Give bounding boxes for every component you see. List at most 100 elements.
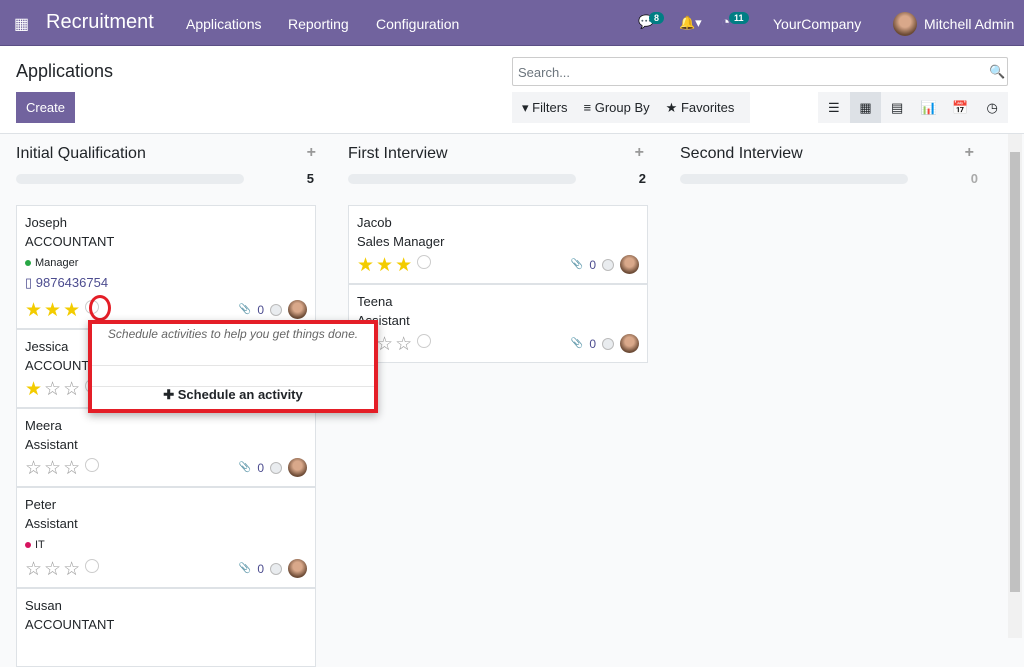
kanban-state-icon[interactable] <box>602 258 614 271</box>
search-icon[interactable]: 🔍 <box>989 64 1005 80</box>
activity-view-icon[interactable]: ◷ <box>976 92 1008 123</box>
card-indicators: 📎0 <box>571 255 639 274</box>
assignee-avatar <box>288 300 307 319</box>
job-title: Assistant <box>25 516 78 531</box>
column-title[interactable]: First Interview <box>348 145 448 163</box>
kanban-state-icon[interactable] <box>270 303 282 316</box>
applicant-card[interactable]: Meera Assistant ☆ ☆ ☆ 📎 0 <box>16 408 316 487</box>
card-footer: ★ ★ ★ 📎 0 <box>25 300 307 321</box>
priority-star-icon[interactable]: ☆ <box>63 559 80 580</box>
assignee-avatar <box>620 334 639 353</box>
priority-star-icon[interactable]: ☆ <box>44 458 61 479</box>
kanban-state-icon[interactable] <box>602 337 614 350</box>
add-card-icon[interactable]: + <box>307 144 316 162</box>
priority-star-icon[interactable]: ☆ <box>376 334 393 355</box>
applicant-name: Jacob <box>357 215 392 230</box>
view-switcher: ☰ ▦ ▤ 📊 📅 ◷ <box>818 92 1008 123</box>
phone-icon: ▯ <box>25 275 36 290</box>
assignee-avatar <box>288 458 307 477</box>
kanban-state-icon[interactable] <box>270 562 282 575</box>
attachment-icon: 📎 <box>238 304 252 315</box>
scrollbar-thumb[interactable] <box>1010 152 1020 592</box>
popover-message: Schedule activities to help you get thin… <box>92 324 374 366</box>
favorites-label: Favorites <box>680 99 735 115</box>
priority-star-icon[interactable]: ★ <box>395 255 412 276</box>
card-footer: ★ ★ ★ 📎 0 <box>357 255 639 276</box>
navbar: ▦ Recruitment Applications Reporting Con… <box>0 0 1024 46</box>
column-title[interactable]: Initial Qualification <box>16 145 146 163</box>
applicant-card[interactable]: Susan ACCOUNTANT <box>16 588 316 667</box>
attachment-count: 0 <box>589 336 596 351</box>
applicant-card[interactable]: Jacob Sales Manager ★ ★ ★ 📎 0 <box>348 205 648 284</box>
filters-button[interactable]: ▾ Filters <box>522 100 568 116</box>
phone[interactable]: ▯ 9876436754 <box>25 275 307 291</box>
attachment-count: 0 <box>257 460 264 475</box>
search-input[interactable]: Search... <box>512 57 1008 86</box>
priority-star-icon[interactable]: ☆ <box>44 379 61 400</box>
apps-menu-icon[interactable]: ▦ <box>14 14 29 34</box>
card-indicators: 📎0 <box>571 334 639 353</box>
priority-star-icon[interactable]: ☆ <box>63 379 80 400</box>
pivot-view-icon[interactable]: ▤ <box>881 92 913 123</box>
activity-clock-icon[interactable] <box>417 334 432 348</box>
attachment-icon: 📎 <box>570 338 584 349</box>
column-title[interactable]: Second Interview <box>680 145 803 163</box>
applicant-card[interactable]: Joseph ACCOUNTANT Manager ▯ 9876436754 ★ ★ ★ 📎 0 <box>16 205 316 329</box>
add-card-icon[interactable]: + <box>635 144 644 162</box>
priority-star-icon[interactable]: ★ <box>376 255 393 276</box>
tag-color-dot <box>25 260 31 266</box>
company-switcher[interactable]: YourCompany <box>773 16 861 32</box>
priority-star-icon[interactable]: ★ <box>25 300 42 321</box>
card-footer: ☆☆☆📎0 <box>357 334 639 355</box>
menu-configuration[interactable]: Configuration <box>376 16 459 32</box>
priority-star-icon[interactable]: ★ <box>63 300 80 321</box>
activity-clock-icon[interactable] <box>85 559 100 573</box>
schedule-activity-label: Schedule an activity <box>177 387 303 402</box>
applicant-card[interactable]: TeenaAssistant☆☆☆📎0 <box>348 284 648 363</box>
priority-star-icon[interactable]: ★ <box>44 300 61 321</box>
scrollbar[interactable] <box>1008 134 1022 638</box>
bell-icon[interactable]: 🔔▾ <box>679 15 702 31</box>
menu-applications[interactable]: Applications <box>186 16 262 32</box>
column-progress-bar[interactable] <box>16 174 244 184</box>
calendar-view-icon[interactable]: 📅 <box>945 92 977 123</box>
column-progress-bar[interactable] <box>348 174 576 184</box>
kanban-view-icon[interactable]: ▦ <box>849 92 882 123</box>
user-avatar[interactable] <box>893 12 917 36</box>
app-title[interactable]: Recruitment <box>46 11 154 34</box>
column-count: 5 <box>306 171 314 186</box>
search-options: ▾ Filters ≡ Group By ★ Favorites <box>512 92 750 123</box>
applicant-card[interactable]: Peter Assistant IT ☆ ☆ ☆ 📎 0 <box>16 487 316 588</box>
create-button[interactable]: Create <box>16 92 75 123</box>
priority-star-icon[interactable]: ☆ <box>44 559 61 580</box>
tag: Manager <box>25 257 307 269</box>
messages-badge: 8 <box>649 12 665 24</box>
kanban-column: First Interview +2 Jacob Sales Manager ★ ★ ★ 📎 0… <box>348 134 648 638</box>
user-menu[interactable]: Mitchell Admin <box>924 16 1014 32</box>
group-by-button[interactable]: ≡ Group By <box>584 100 650 115</box>
activity-clock-icon[interactable] <box>417 255 432 269</box>
add-card-icon[interactable]: + <box>965 144 974 162</box>
list-view-icon[interactable]: ☰ <box>818 92 850 123</box>
priority-star-icon[interactable]: ☆ <box>25 559 42 580</box>
column-count: 2 <box>638 171 646 186</box>
kanban-state-icon[interactable] <box>270 461 282 474</box>
favorites-button[interactable]: ★ Favorites <box>666 100 735 116</box>
priority-star-icon[interactable]: ☆ <box>395 334 412 355</box>
card-indicators: 📎0 <box>239 559 307 578</box>
activity-popover: Schedule activities to help you get thin… <box>88 320 378 413</box>
priority-star-icon[interactable]: ☆ <box>25 458 42 479</box>
menu-reporting[interactable]: Reporting <box>288 16 349 32</box>
phone-number: 9876436754 <box>35 275 109 290</box>
schedule-activity-button[interactable]: ✚ Schedule an activity <box>92 386 374 403</box>
graph-view-icon[interactable]: 📊 <box>913 92 945 123</box>
priority-star-icon[interactable]: ★ <box>25 379 42 400</box>
attachment-icon: 📎 <box>238 563 252 574</box>
priority-star-icon[interactable]: ☆ <box>63 458 80 479</box>
job-title: ACCOUNTANT <box>25 234 115 249</box>
priority-star-icon[interactable]: ★ <box>357 255 374 276</box>
activity-clock-icon[interactable] <box>85 458 100 472</box>
column-progress-bar[interactable] <box>680 174 908 184</box>
tag-label: Manager <box>35 257 79 269</box>
activities-badge: 11 <box>729 12 749 24</box>
